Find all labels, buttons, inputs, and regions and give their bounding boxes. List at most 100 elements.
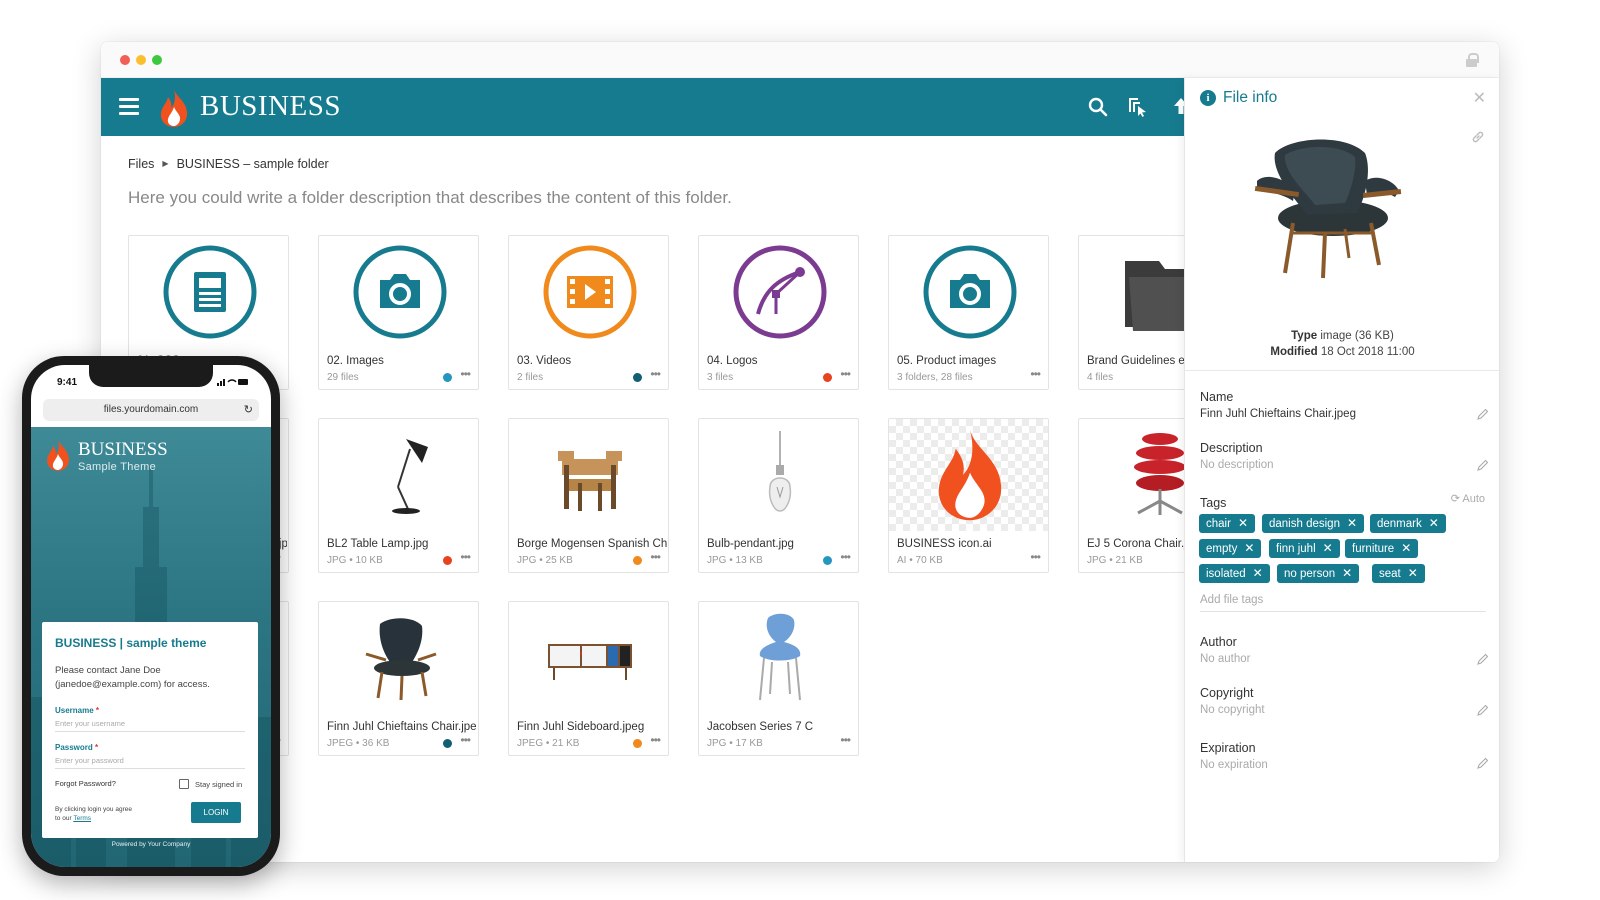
powered-by: Powered by Your Company — [111, 841, 191, 848]
more-options-icon[interactable]: ••• — [650, 550, 661, 564]
reload-icon[interactable]: ↻ — [244, 399, 253, 421]
tag-label: seat — [1379, 568, 1401, 580]
info-icon: i — [1200, 90, 1216, 106]
more-options-icon[interactable]: ••• — [460, 367, 471, 381]
remove-tag-icon[interactable]: ✕ — [1342, 566, 1352, 580]
remove-tag-icon[interactable]: ✕ — [1429, 516, 1439, 530]
phone-screen: 9:41 files.yourdomain.com ↻ BUSINESS Sam… — [31, 365, 271, 867]
tag-chip[interactable]: furniture ✕ — [1345, 539, 1419, 558]
close-window-button[interactable] — [120, 55, 130, 65]
file-card[interactable]: Finn Juhl Chieftains Chair.jpe JPEG • 36 … — [318, 601, 479, 756]
more-options-icon[interactable]: ••• — [840, 367, 851, 381]
phone-brand: BUSINESS — [78, 439, 168, 460]
file-meta: 3 files — [707, 372, 734, 383]
remove-tag-icon[interactable]: ✕ — [1408, 566, 1418, 580]
username-input[interactable]: Enter your username — [55, 719, 245, 732]
color-label-dot — [823, 556, 832, 565]
stay-signed-in-checkbox[interactable] — [179, 779, 189, 789]
file-name: BUSINESS icon.ai — [897, 538, 992, 550]
phone-mockup: 9:41 files.yourdomain.com ↻ BUSINESS Sam… — [22, 356, 280, 876]
more-options-icon[interactable]: ••• — [840, 550, 851, 564]
edit-description-pencil-icon[interactable] — [1477, 459, 1489, 471]
file-type: Type image (36 KB) — [1291, 330, 1394, 342]
phone-notch — [89, 365, 213, 387]
phone-url-bar[interactable]: files.yourdomain.com ↻ — [43, 399, 259, 421]
more-options-icon[interactable]: ••• — [460, 550, 471, 564]
edit-author-pencil-icon[interactable] — [1477, 653, 1489, 665]
tag-chip[interactable]: no person ✕ — [1277, 564, 1360, 583]
file-card[interactable]: Jacobsen Series 7 C JPG • 17 KB ••• — [698, 601, 859, 756]
file-card[interactable]: Bulb-pendant.jpg JPG • 13 KB ••• — [698, 418, 859, 573]
more-options-icon[interactable]: ••• — [840, 733, 851, 747]
divider — [1185, 370, 1499, 371]
file-meta: JPEG • 21 KB — [517, 738, 580, 749]
remove-tag-icon[interactable]: ✕ — [1244, 541, 1254, 555]
file-card[interactable]: Finn Juhl Sideboard.jpeg JPEG • 21 KB ••• — [508, 601, 669, 756]
file-card[interactable]: 03. Videos 2 files ••• — [508, 235, 669, 390]
tag-label: danish design — [1269, 518, 1340, 530]
file-card[interactable]: 04. Logos 3 files ••• — [698, 235, 859, 390]
more-options-icon[interactable]: ••• — [650, 733, 661, 747]
browser-window: BUSINESS Files ▶ BUSINESS – sample folder … — [101, 42, 1499, 862]
file-thumbnail — [509, 236, 668, 348]
remove-tag-icon[interactable]: ✕ — [1323, 541, 1333, 555]
file-meta: 3 folders, 28 files — [897, 372, 973, 383]
link-icon[interactable] — [1471, 130, 1485, 144]
tag-chip[interactable]: denmark ✕ — [1370, 514, 1446, 533]
file-name: Finn Juhl Sideboard.jpeg — [517, 721, 645, 733]
tag-chip[interactable]: chair ✕ — [1199, 514, 1255, 533]
search-icon[interactable] — [1086, 95, 1110, 119]
tag-chip[interactable]: seat ✕ — [1372, 564, 1425, 583]
copyright-field: Copyright No copyright — [1200, 686, 1265, 716]
breadcrumb-root[interactable]: Files — [128, 157, 154, 171]
more-options-icon[interactable]: ••• — [650, 367, 661, 381]
file-name: 03. Videos — [517, 355, 572, 367]
login-title: BUSINESS | sample theme — [55, 636, 207, 650]
remove-tag-icon[interactable]: ✕ — [1401, 541, 1411, 555]
tag-chip[interactable]: isolated ✕ — [1199, 564, 1270, 583]
file-meta: 29 files — [327, 372, 359, 383]
remove-tag-icon[interactable]: ✕ — [1253, 566, 1263, 580]
maximize-window-button[interactable] — [152, 55, 162, 65]
more-options-icon[interactable]: ••• — [1030, 367, 1041, 381]
remove-tag-icon[interactable]: ✕ — [1347, 516, 1357, 530]
auto-tag-button[interactable]: ⟳ Auto — [1451, 492, 1485, 505]
password-input[interactable]: Enter your password — [55, 756, 245, 769]
remove-tag-icon[interactable]: ✕ — [1238, 516, 1248, 530]
minimize-window-button[interactable] — [136, 55, 146, 65]
file-name: BL2 Table Lamp.jpg — [327, 538, 429, 550]
more-options-icon[interactable]: ••• — [1030, 550, 1041, 564]
tag-label: isolated — [1206, 568, 1246, 580]
name-field: Name Finn Juhl Chieftains Chair.jpeg — [1200, 390, 1356, 420]
menu-icon[interactable] — [119, 98, 139, 115]
select-mode-icon[interactable] — [1126, 95, 1150, 119]
file-card[interactable]: BUSINESS icon.ai AI • 70 KB ••• — [888, 418, 1049, 573]
window-chrome — [101, 42, 1499, 78]
edit-copyright-pencil-icon[interactable] — [1477, 704, 1489, 716]
file-meta: AI • 70 KB — [897, 555, 943, 566]
breadcrumb-current[interactable]: BUSINESS – sample folder — [177, 157, 329, 171]
add-tags-input[interactable]: Add file tags — [1200, 594, 1263, 606]
tag-chip[interactable]: danish design ✕ — [1262, 514, 1365, 533]
login-button[interactable]: LOGIN — [191, 802, 241, 823]
file-card[interactable]: BL2 Table Lamp.jpg JPG • 10 KB ••• — [318, 418, 479, 573]
file-name: Finn Juhl Chieftains Chair.jpe — [327, 721, 477, 733]
tag-label: furniture — [1352, 543, 1395, 555]
phone-theme-name: Sample Theme — [78, 461, 156, 473]
forgot-password-link[interactable]: Forgot Password? — [55, 779, 116, 788]
file-card[interactable]: 05. Product images 3 folders, 28 files ••• — [888, 235, 1049, 390]
color-label-dot — [633, 373, 642, 382]
file-name: 05. Product images — [897, 355, 997, 367]
more-options-icon[interactable]: ••• — [460, 733, 471, 747]
file-name: Jacobsen Series 7 C — [707, 721, 814, 733]
close-icon[interactable]: ✕ — [1473, 88, 1486, 108]
edit-name-pencil-icon[interactable] — [1477, 408, 1489, 420]
file-card[interactable]: 02. Images 29 files ••• — [318, 235, 479, 390]
tag-chip[interactable]: finn juhl ✕ — [1269, 539, 1340, 558]
edit-expiration-pencil-icon[interactable] — [1477, 757, 1489, 769]
terms-link[interactable]: Terms — [73, 815, 91, 822]
file-card[interactable]: Borge Mogensen Spanish Ch JPG • 25 KB ••• — [508, 418, 669, 573]
tag-chip[interactable]: empty ✕ — [1199, 539, 1262, 558]
tag-label: no person — [1284, 568, 1336, 580]
file-meta: JPG • 17 KB — [707, 738, 763, 749]
